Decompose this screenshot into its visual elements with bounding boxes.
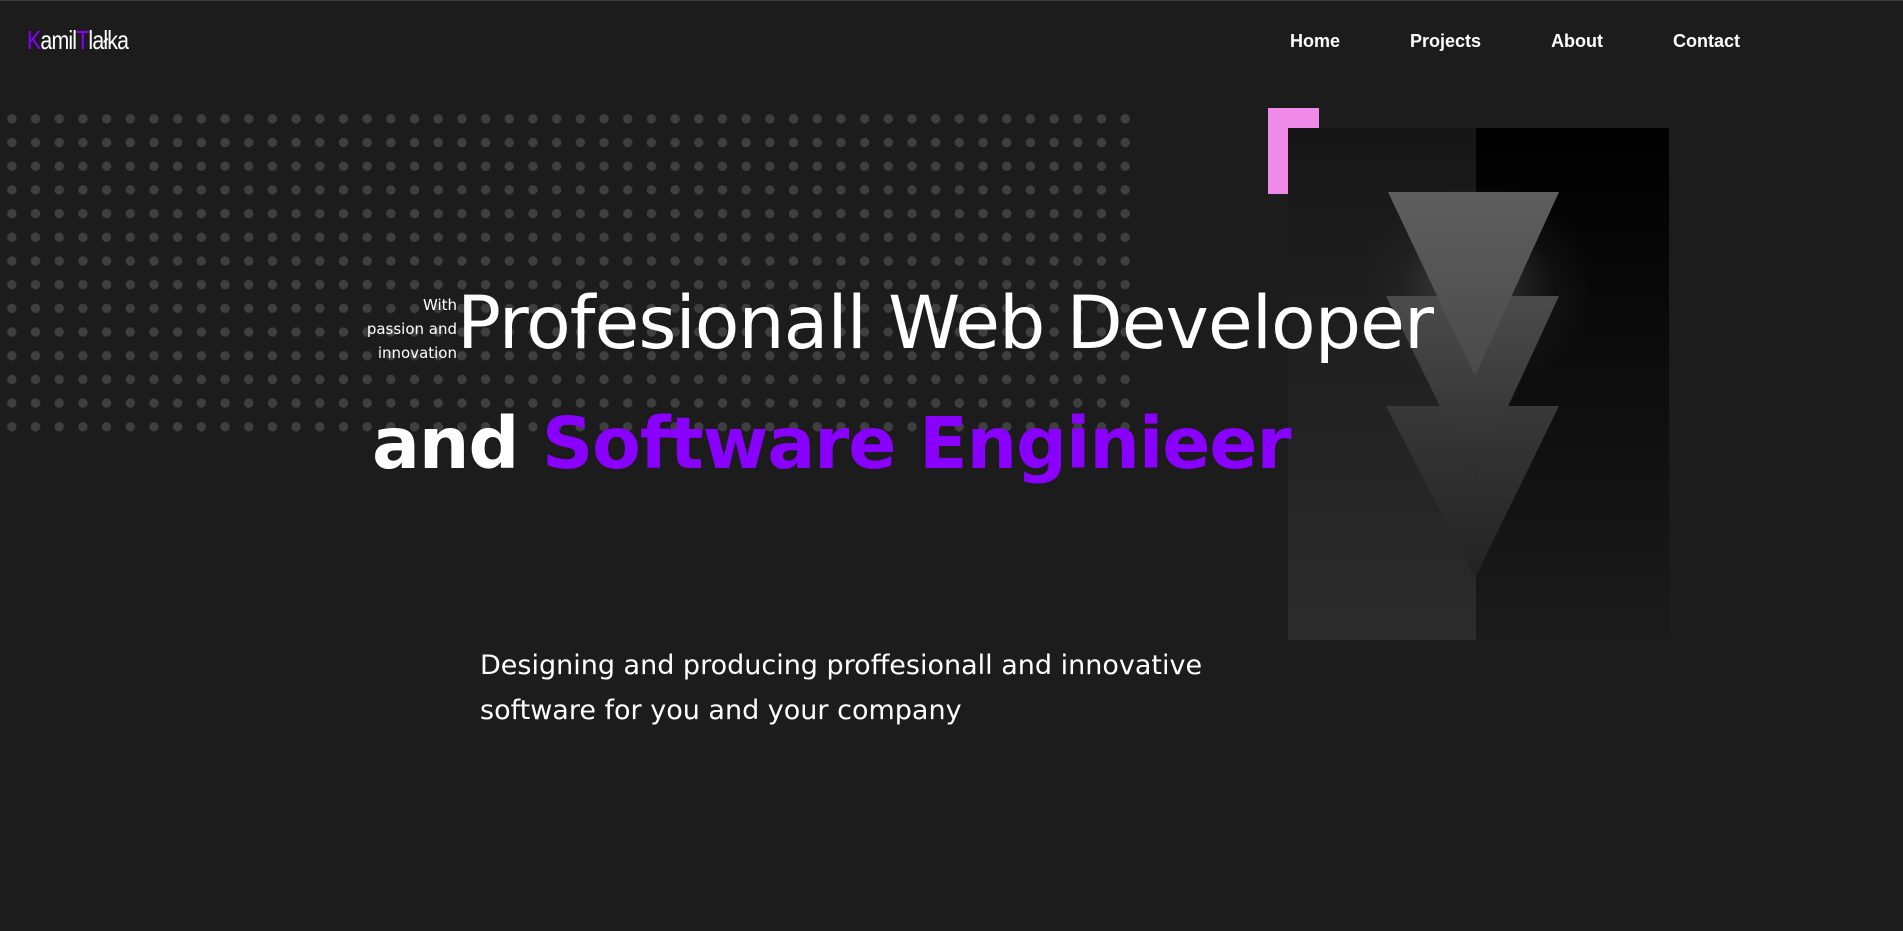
logo-text-amil: amil — [40, 25, 77, 55]
hero-tagline: Designing and producing proffesionall an… — [480, 643, 1240, 733]
headline-prefix: and — [372, 402, 542, 485]
hero-headline-line-1: Profesionall Web Developer — [457, 281, 1434, 366]
headline-highlight: Software Enginieer — [542, 402, 1292, 485]
logo-initial-k: K — [27, 25, 41, 55]
site-logo[interactable]: KamilTlałka — [27, 25, 129, 56]
hero-headline-line-2: and Software Enginieer — [372, 402, 1292, 485]
side-note-line-3: innovation — [377, 344, 457, 362]
nav-about[interactable]: About — [1551, 31, 1603, 52]
nav-home[interactable]: Home — [1290, 31, 1340, 52]
tagline-line-2: software for you and your company — [480, 695, 962, 726]
logo-initial-t: T — [76, 25, 89, 55]
tagline-line-1: Designing and producing proffesionall an… — [480, 650, 1203, 681]
triangles-graphic — [1386, 192, 1559, 578]
logo-text-latka: lałka — [88, 25, 129, 55]
hero-artwork — [1288, 128, 1669, 640]
hero-side-note: With passion and innovation — [360, 293, 457, 365]
nav-contact[interactable]: Contact — [1673, 31, 1740, 52]
nav-projects[interactable]: Projects — [1410, 31, 1481, 52]
main-nav: Home Projects About Contact — [1290, 31, 1740, 52]
landing-page: KamilTlałka Home Projects About Contact — [0, 0, 1903, 931]
side-note-line-2: passion and — [366, 320, 457, 338]
side-note-line-1: With — [422, 296, 457, 314]
dot-grid-pattern — [0, 107, 1140, 437]
